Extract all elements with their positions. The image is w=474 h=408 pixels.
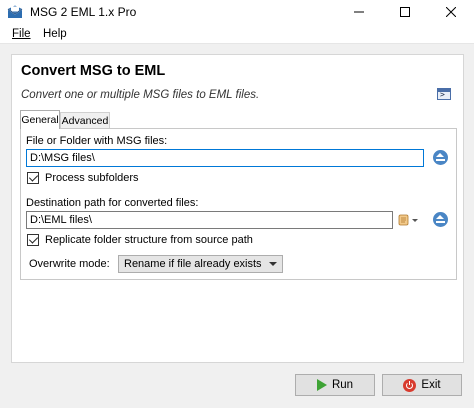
menu-bar: File Help <box>0 24 474 44</box>
main-panel: Convert MSG to EML Convert one or multip… <box>11 54 464 363</box>
close-button[interactable] <box>428 0 474 24</box>
process-subfolders-label: Process subfolders <box>45 172 139 184</box>
minimize-button[interactable] <box>336 0 382 24</box>
title-bar: MSG 2 EML 1.x Pro <box>0 0 474 24</box>
exit-button-label: Exit <box>421 379 441 391</box>
exit-button[interactable]: Exit <box>382 374 462 396</box>
run-button[interactable]: Run <box>295 374 375 396</box>
page-subtitle: Convert one or multiple MSG files to EML… <box>21 89 260 101</box>
eject-icon[interactable] <box>433 150 448 165</box>
replicate-structure-label: Replicate folder structure from source p… <box>45 234 253 246</box>
eject-icon[interactable] <box>433 212 448 227</box>
run-button-label: Run <box>331 379 354 391</box>
maximize-icon <box>400 7 410 17</box>
tab-content-general: File or Folder with MSG files: D:\MSG fi… <box>20 128 457 280</box>
menu-help[interactable]: Help <box>43 28 67 40</box>
overwrite-mode-value: Rename if file already exists <box>124 258 262 270</box>
source-path-field[interactable]: D:\MSG files\ <box>26 149 424 167</box>
play-icon <box>316 379 327 391</box>
chevron-down-icon <box>269 262 277 266</box>
overwrite-mode-select[interactable]: Rename if file already exists <box>118 255 283 273</box>
tab-general[interactable]: General <box>20 110 60 129</box>
power-icon <box>403 378 417 392</box>
replicate-structure-checkbox[interactable] <box>27 234 39 246</box>
scroll-icon[interactable] <box>397 213 411 227</box>
source-label: File or Folder with MSG files: <box>26 135 168 147</box>
console-icon[interactable] <box>437 88 451 100</box>
destination-label: Destination path for converted files: <box>26 197 199 209</box>
envelope-app-icon <box>7 5 23 18</box>
minimize-icon <box>354 11 364 13</box>
chevron-down-icon[interactable] <box>412 219 418 222</box>
page-title: Convert MSG to EML <box>21 63 166 79</box>
destination-path-field[interactable]: D:\EML files\ <box>26 211 393 229</box>
menu-file[interactable]: File <box>12 28 31 40</box>
tab-advanced[interactable]: Advanced <box>60 112 110 128</box>
overwrite-mode-label: Overwrite mode: <box>29 258 110 270</box>
maximize-button[interactable] <box>382 0 428 24</box>
window-title: MSG 2 EML 1.x Pro <box>30 5 137 19</box>
process-subfolders-checkbox[interactable] <box>27 172 39 184</box>
close-icon <box>446 7 456 17</box>
